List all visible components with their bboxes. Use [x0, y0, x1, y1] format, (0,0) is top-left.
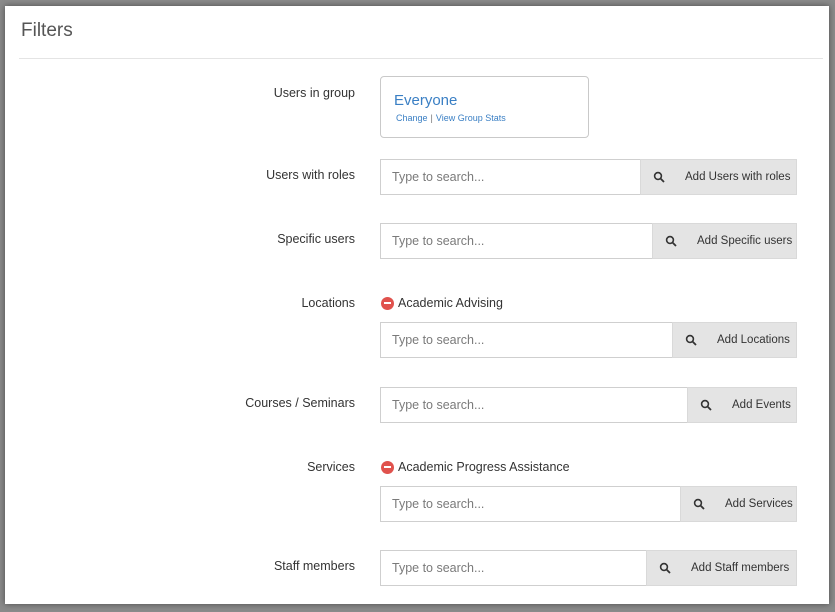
search-icon: [693, 498, 705, 510]
services-search-row: Add Services: [380, 486, 797, 522]
add-staff-members-button[interactable]: Add Staff members: [646, 550, 797, 586]
add-services-button[interactable]: Add Services: [680, 486, 797, 522]
group-name: Everyone: [394, 92, 458, 109]
add-staff-members-label: Add Staff members: [691, 562, 790, 574]
roles-search-input[interactable]: [380, 159, 640, 195]
users-with-roles-label: Users with roles: [266, 168, 355, 182]
title-divider: [19, 58, 823, 59]
staff-search-input[interactable]: [380, 550, 646, 586]
selected-service-name: Academic Progress Assistance: [398, 460, 570, 474]
minus-circle-icon[interactable]: [381, 296, 394, 310]
selected-location-chip: Academic Advising: [381, 296, 503, 310]
courses-seminars-label: Courses / Seminars: [245, 396, 355, 410]
services-label: Services: [307, 460, 355, 474]
search-icon: [665, 235, 677, 247]
view-group-stats-link[interactable]: View Group Stats: [436, 113, 506, 123]
specific-users-search-row: Add Specific users: [380, 223, 797, 259]
add-locations-button[interactable]: Add Locations: [672, 322, 797, 358]
group-links: Change | View Group Stats: [396, 113, 506, 123]
specific-users-search-input[interactable]: [380, 223, 652, 259]
search-icon: [659, 562, 671, 574]
add-specific-users-label: Add Specific users: [697, 235, 793, 247]
selected-location-name: Academic Advising: [398, 296, 503, 310]
staff-members-label: Staff members: [273, 559, 355, 573]
courses-search-input[interactable]: [380, 387, 687, 423]
courses-search-row: Add Events: [380, 387, 797, 423]
services-search-input[interactable]: [380, 486, 680, 522]
add-locations-label: Add Locations: [717, 334, 790, 346]
locations-label: Locations: [301, 296, 355, 310]
link-separator: |: [430, 113, 433, 123]
add-users-with-roles-label: Add Users with roles: [685, 171, 791, 183]
search-icon: [685, 334, 697, 346]
staff-search-row: Add Staff members: [380, 550, 797, 586]
locations-search-row: Add Locations: [380, 322, 797, 358]
panel-title: Filters: [21, 20, 73, 41]
add-specific-users-button[interactable]: Add Specific users: [652, 223, 797, 259]
locations-search-input[interactable]: [380, 322, 672, 358]
selected-service-chip: Academic Progress Assistance: [381, 460, 570, 474]
add-events-button[interactable]: Add Events: [687, 387, 797, 423]
add-users-with-roles-button[interactable]: Add Users with roles: [640, 159, 797, 195]
group-selector-box: Everyone Change | View Group Stats: [380, 76, 589, 138]
roles-search-row: Add Users with roles: [380, 159, 797, 195]
add-events-label: Add Events: [732, 399, 791, 411]
search-icon: [700, 399, 712, 411]
search-icon: [653, 171, 665, 183]
minus-circle-icon[interactable]: [381, 460, 394, 474]
add-services-label: Add Services: [725, 498, 793, 510]
change-group-link[interactable]: Change: [396, 113, 428, 123]
users-in-group-label: Users in group: [273, 86, 355, 100]
specific-users-label: Specific users: [277, 232, 355, 246]
filters-panel: Filters Users in group Everyone Change | V…: [5, 6, 829, 604]
